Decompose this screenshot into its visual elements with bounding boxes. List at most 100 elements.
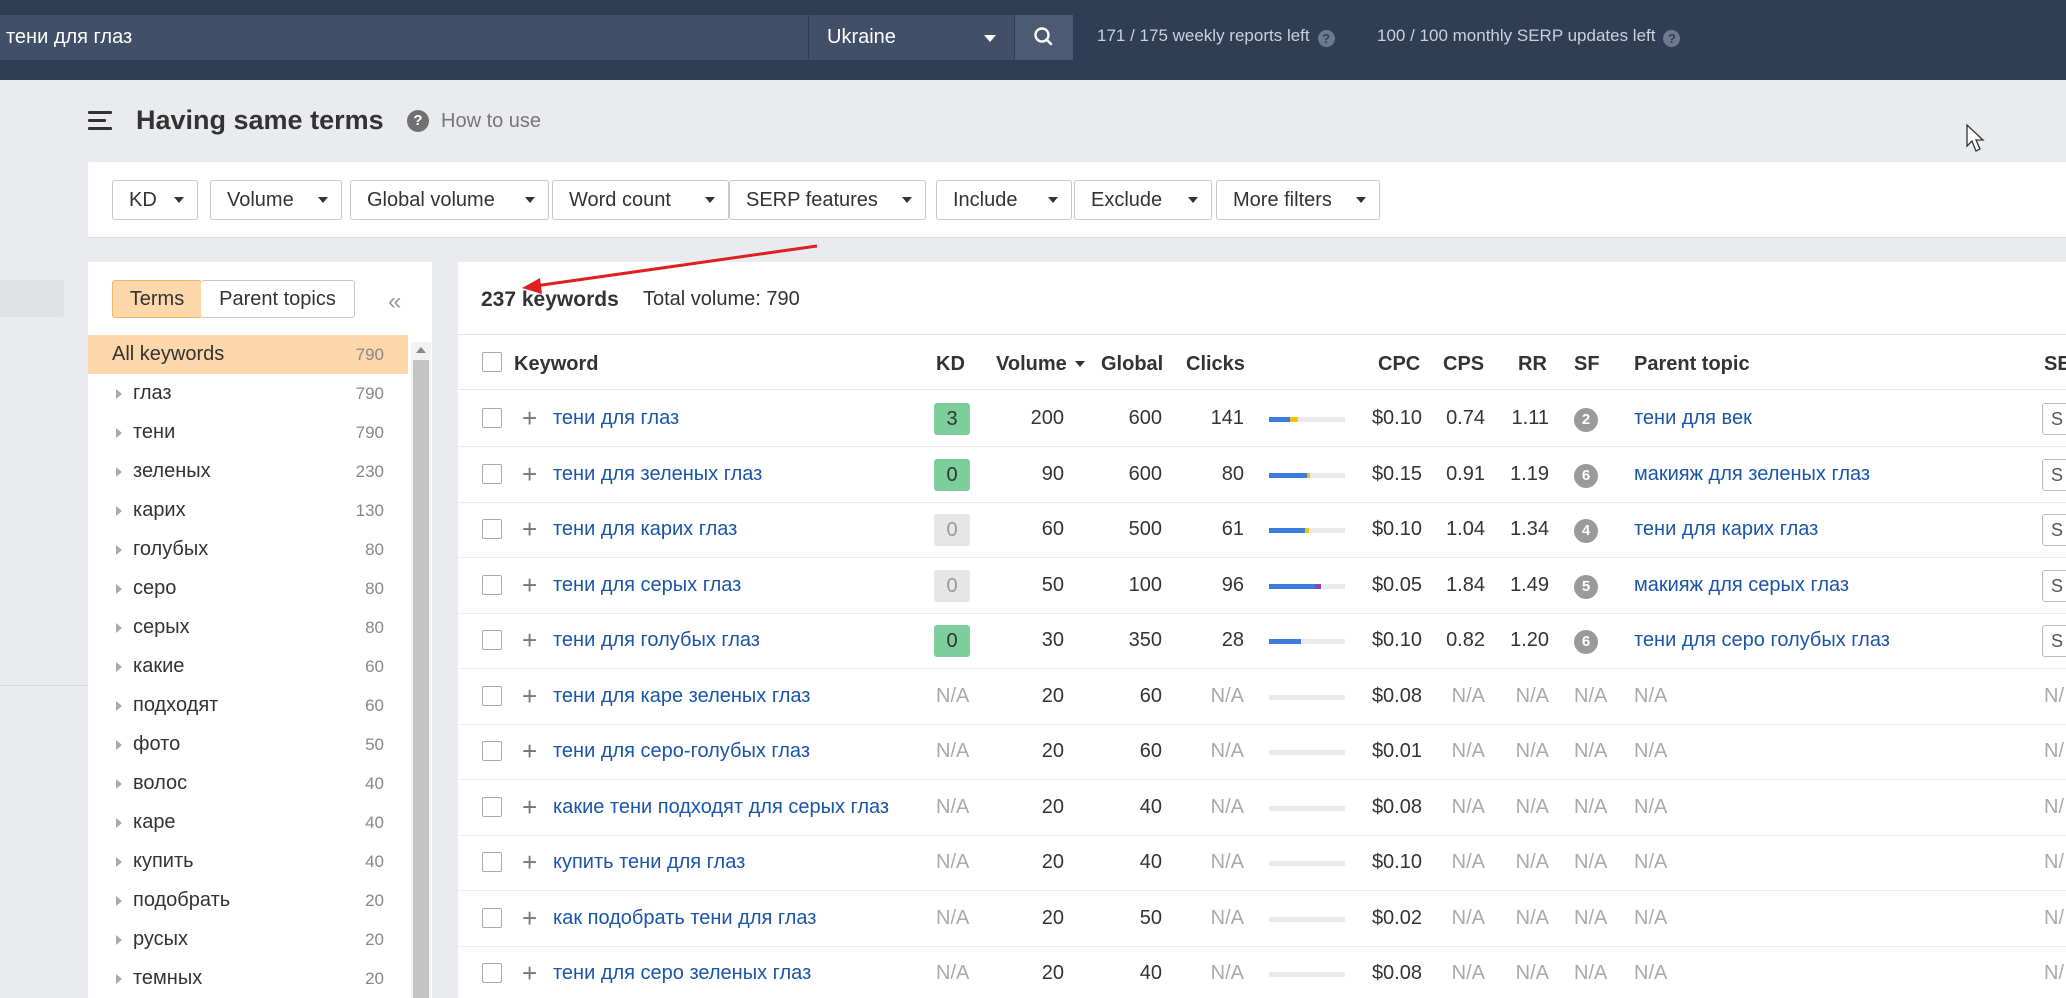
sidebar-term-item[interactable]: фото 50 [88,725,408,764]
expand-arrow-icon[interactable] [116,740,122,750]
col-se[interactable]: SE [2044,353,2066,376]
sidebar-term-item[interactable]: русых 20 [88,920,408,959]
keyword-link[interactable]: тени для серо зеленых глаз [553,962,811,985]
expand-arrow-icon[interactable] [116,779,122,789]
row-checkbox[interactable] [482,574,502,595]
add-to-list-icon[interactable]: + [522,903,537,934]
keyword-link[interactable]: какие тени подходят для серых глаз [553,796,889,819]
col-cpc[interactable]: CPC [1378,353,1420,376]
col-global[interactable]: Global [1101,353,1163,376]
sidebar-term-item[interactable]: какие 60 [88,647,408,686]
expand-arrow-icon[interactable] [116,506,122,516]
keyword-link[interactable]: тени для голубых глаз [553,629,760,652]
sidebar-term-item[interactable]: волос 40 [88,764,408,803]
keyword-link[interactable]: тени для каре зеленых глаз [553,685,810,708]
col-clicks[interactable]: Clicks [1186,353,1245,376]
add-to-list-icon[interactable]: + [522,681,537,712]
keyword-link[interactable]: тени для глаз [553,407,679,430]
sidebar-term-item[interactable]: зеленых 230 [88,452,408,491]
expand-arrow-icon[interactable] [116,623,122,633]
keyword-link[interactable]: тени для карих глаз [553,518,737,541]
add-to-list-icon[interactable]: + [522,514,537,545]
sidebar-term-item[interactable]: тени 790 [88,413,408,452]
scroll-up-arrow-icon[interactable] [416,347,426,353]
select-all-checkbox[interactable] [482,352,502,372]
keyword-link[interactable]: купить тени для глаз [553,851,745,874]
country-select[interactable]: Ukraine [808,15,1014,60]
expand-arrow-icon[interactable] [116,857,122,867]
add-to-list-icon[interactable]: + [522,736,537,767]
serp-features-badge[interactable]: 4 [1574,519,1598,543]
sidebar-term-item[interactable]: серо 80 [88,569,408,608]
parent-topic-link[interactable]: тени для карих глаз [1634,518,1818,541]
row-checkbox[interactable] [482,907,502,928]
serp-button[interactable]: S [2042,403,2066,435]
sidebar-term-item[interactable]: купить 40 [88,842,408,881]
left-nav-item[interactable] [0,280,64,317]
help-icon[interactable]: ? [1663,30,1681,47]
sidebar-term-item[interactable]: карих 130 [88,491,408,530]
add-to-list-icon[interactable]: + [522,958,537,989]
expand-arrow-icon[interactable] [116,935,122,945]
filter-include-button[interactable]: Include [936,180,1072,220]
keyword-link[interactable]: как подобрать тени для глаз [553,907,816,930]
tab-terms[interactable]: Terms [112,280,202,318]
serp-button[interactable]: S [2042,458,2066,491]
row-checkbox[interactable] [482,463,502,484]
sidebar-term-item[interactable]: темных 20 [88,959,408,998]
sidebar-scroll-thumb[interactable] [413,360,429,998]
serp-features-badge[interactable]: 6 [1574,630,1598,654]
serp-button[interactable]: S [2042,625,2066,657]
serp-features-badge[interactable]: 5 [1574,574,1598,599]
add-to-list-icon[interactable]: + [522,459,537,490]
add-to-list-icon[interactable]: + [522,625,537,656]
expand-arrow-icon[interactable] [116,389,122,399]
filter-more-filters-button[interactable]: More filters [1216,180,1380,220]
expand-arrow-icon[interactable] [116,896,122,906]
parent-topic-link[interactable]: тени для серо голубых глаз [1634,629,1890,652]
row-checkbox[interactable] [482,519,502,539]
add-to-list-icon[interactable]: + [522,792,537,823]
serp-button[interactable]: S [2042,569,2066,602]
sidebar-term-item[interactable]: глаз 790 [88,374,408,413]
expand-arrow-icon[interactable] [116,545,122,555]
col-keyword[interactable]: Keyword [514,353,598,376]
col-parent-topic[interactable]: Parent topic [1634,353,1750,376]
collapse-sidebar-icon[interactable]: « [388,288,402,316]
filter-kd-button[interactable]: KD [112,180,198,220]
parent-topic-link[interactable]: макияж для зеленых глаз [1634,463,1870,486]
help-icon[interactable]: ? [407,110,429,132]
add-to-list-icon[interactable]: + [522,570,537,601]
row-checkbox[interactable] [482,963,502,983]
expand-arrow-icon[interactable] [116,974,122,984]
row-checkbox[interactable] [482,852,502,872]
col-sf[interactable]: SF [1574,353,1600,376]
menu-hamburger-icon[interactable] [88,111,112,131]
parent-topic-link[interactable]: макияж для серых глаз [1634,574,1849,597]
expand-arrow-icon[interactable] [116,701,122,711]
serp-features-badge[interactable]: 6 [1574,463,1598,488]
how-to-use-link[interactable]: How to use [441,110,541,133]
row-checkbox[interactable] [482,408,502,428]
col-volume[interactable]: Volume [996,353,1086,376]
search-button[interactable] [1015,15,1073,60]
parent-topic-link[interactable]: тени для век [1634,407,1752,430]
keyword-link[interactable]: тени для зеленых глаз [553,463,762,486]
filter-exclude-button[interactable]: Exclude [1074,180,1212,220]
row-checkbox[interactable] [482,796,502,817]
row-checkbox[interactable] [482,741,502,761]
sidebar-item-all-keywords[interactable]: All keywords 790 [88,335,408,374]
sidebar-term-item[interactable]: подобрать 20 [88,881,408,920]
row-checkbox[interactable] [482,630,502,650]
expand-arrow-icon[interactable] [116,818,122,828]
expand-arrow-icon[interactable] [116,428,122,438]
add-to-list-icon[interactable]: + [522,847,537,878]
help-icon[interactable]: ? [1317,30,1335,47]
col-kd[interactable]: KD [936,353,965,376]
serp-button[interactable]: S [2042,514,2066,546]
col-cps[interactable]: CPS [1443,353,1484,376]
sidebar-term-item[interactable]: голубых 80 [88,530,408,569]
keyword-link[interactable]: тени для серых глаз [553,574,741,597]
expand-arrow-icon[interactable] [116,467,122,477]
sidebar-term-item[interactable]: каре 40 [88,803,408,842]
